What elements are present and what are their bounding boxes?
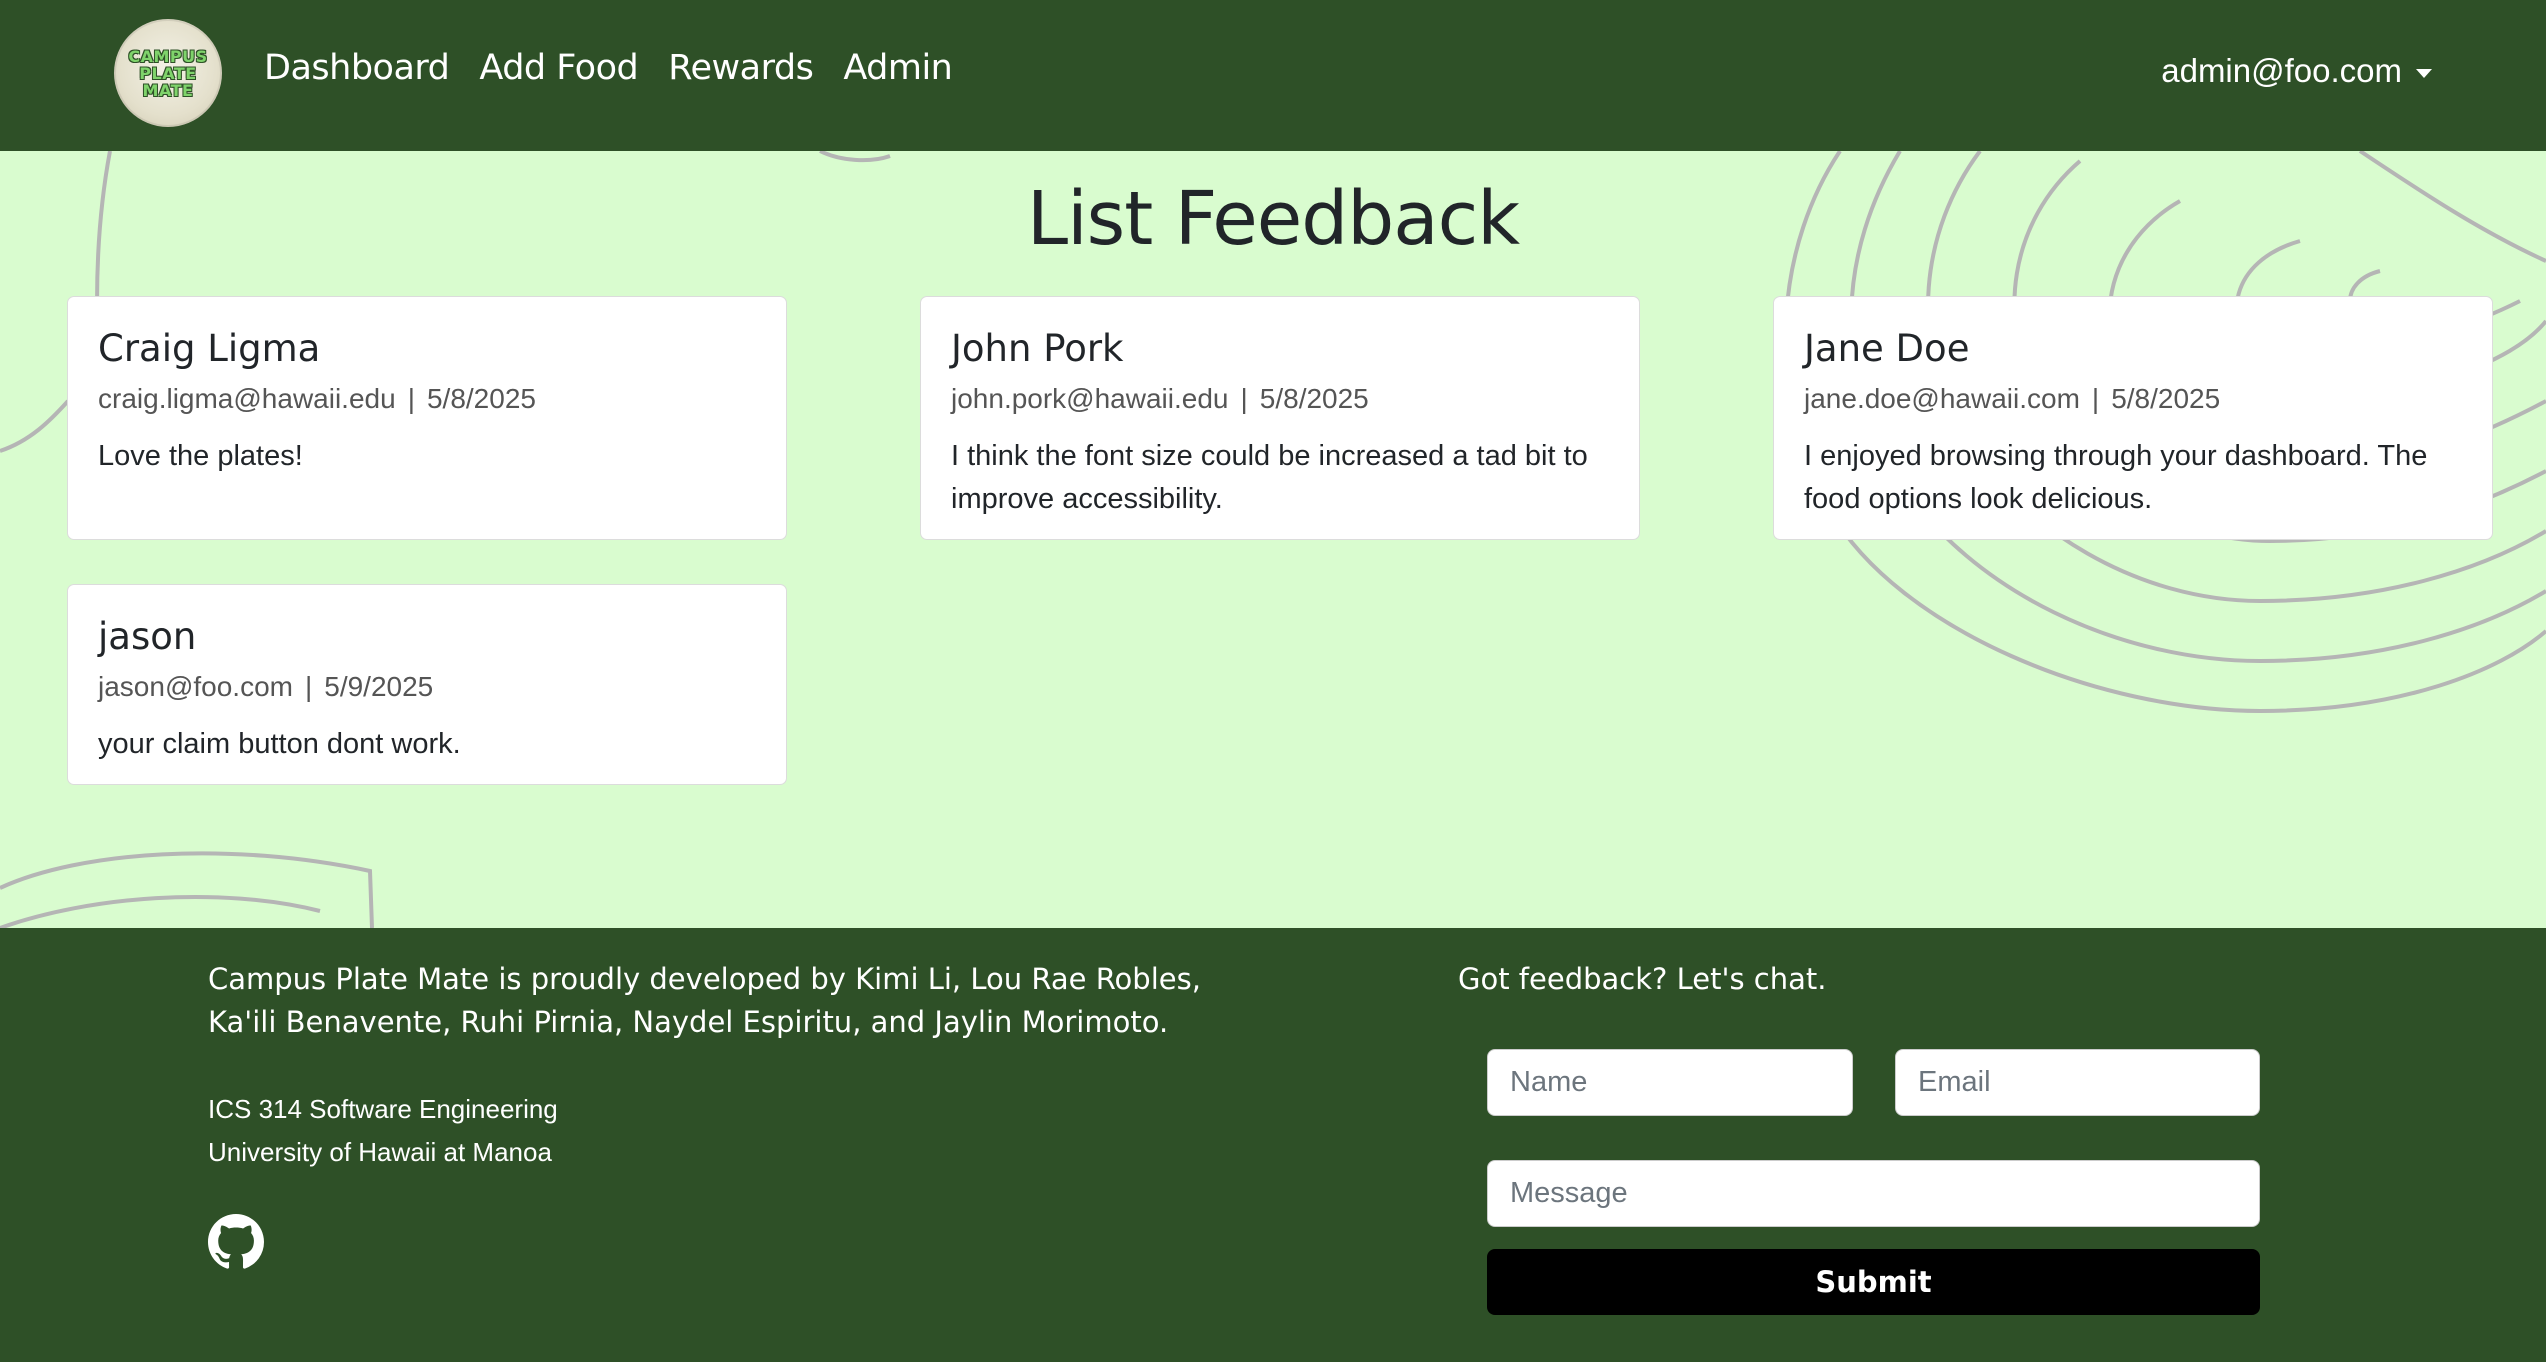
caret-down-icon bbox=[2416, 68, 2432, 78]
meta-separator: | bbox=[407, 383, 415, 414]
feedback-form-title: Got feedback? Let's chat. bbox=[1458, 962, 1827, 996]
feedback-author-email: jason@foo.com bbox=[98, 671, 293, 702]
feedback-date: 5/8/2025 bbox=[1259, 383, 1369, 414]
feedback-meta: craig.ligma@hawaii.edu | 5/8/2025 bbox=[98, 381, 756, 417]
feedback-author-name: jason bbox=[98, 615, 197, 658]
nav-link-admin[interactable]: Admin bbox=[843, 48, 953, 88]
nav-links: Dashboard Add Food Rewards Admin bbox=[264, 48, 953, 88]
feedback-author-name: Jane Doe bbox=[1804, 327, 1970, 370]
user-email: admin@foo.com bbox=[2161, 52, 2402, 89]
feedback-date: 5/8/2025 bbox=[2111, 383, 2221, 414]
feedback-card: John Pork john.pork@hawaii.edu | 5/8/2025 … bbox=[920, 296, 1640, 540]
feedback-author-name: John Pork bbox=[951, 327, 1124, 370]
feedback-author-name: Craig Ligma bbox=[98, 327, 321, 370]
feedback-author-email: jane.doe@hawaii.com bbox=[1804, 383, 2080, 414]
feedback-meta: jane.doe@hawaii.com | 5/8/2025 bbox=[1804, 381, 2462, 417]
feedback-date: 5/8/2025 bbox=[426, 383, 536, 414]
message-input[interactable] bbox=[1487, 1160, 2260, 1227]
nav-link-add-food[interactable]: Add Food bbox=[479, 48, 638, 88]
feedback-meta: john.pork@hawaii.edu | 5/8/2025 bbox=[951, 381, 1609, 417]
brand-logo[interactable]: CAMPUS PLATE MATE bbox=[114, 19, 222, 127]
feedback-message: your claim button dont work. bbox=[98, 728, 461, 760]
feedback-meta: jason@foo.com | 5/9/2025 bbox=[98, 669, 756, 705]
page-title: List Feedback bbox=[1026, 176, 1520, 262]
feedback-date: 5/9/2025 bbox=[324, 671, 434, 702]
logo-text-line: PLATE bbox=[139, 63, 197, 83]
submit-button[interactable]: Submit bbox=[1487, 1249, 2260, 1315]
meta-separator: | bbox=[2091, 383, 2100, 414]
user-menu-dropdown[interactable]: admin@foo.com bbox=[2161, 52, 2432, 90]
name-input[interactable] bbox=[1487, 1049, 1853, 1116]
meta-separator: | bbox=[304, 671, 313, 702]
logo-text-line: MATE bbox=[142, 80, 194, 100]
footer-credits: Campus Plate Mate is proudly developed b… bbox=[208, 962, 1201, 1039]
meta-separator: | bbox=[1240, 383, 1248, 414]
feedback-card: Craig Ligma craig.ligma@hawaii.edu | 5/8/2… bbox=[67, 296, 787, 540]
feedback-author-email: craig.ligma@hawaii.edu bbox=[98, 383, 396, 414]
github-icon[interactable] bbox=[208, 1214, 264, 1270]
nav-link-dashboard[interactable]: Dashboard bbox=[264, 48, 450, 88]
feedback-author-email: john.pork@hawaii.edu bbox=[951, 383, 1229, 414]
feedback-message: I enjoyed browsing through your dashboar… bbox=[1804, 440, 2428, 515]
feedback-message: Love the plates! bbox=[98, 440, 303, 472]
feedback-message: I think the font size could be increased… bbox=[951, 440, 1588, 515]
university-name: University of Hawaii at Manoa bbox=[208, 1137, 552, 1167]
course-name: ICS 314 Software Engineering bbox=[208, 1094, 558, 1124]
footer-course-info: ICS 314 Software Engineering University … bbox=[208, 1088, 558, 1174]
email-input[interactable] bbox=[1895, 1049, 2260, 1116]
navbar: CAMPUS PLATE MATE Dashboard Add Food Rew… bbox=[0, 0, 2546, 151]
logo-text-line: CAMPUS bbox=[128, 46, 208, 66]
feedback-card: jason jason@foo.com | 5/9/2025 your claim … bbox=[67, 584, 787, 785]
feedback-card: Jane Doe jane.doe@hawaii.com | 5/8/2025 I … bbox=[1773, 296, 2493, 540]
nav-link-rewards[interactable]: Rewards bbox=[668, 48, 814, 88]
